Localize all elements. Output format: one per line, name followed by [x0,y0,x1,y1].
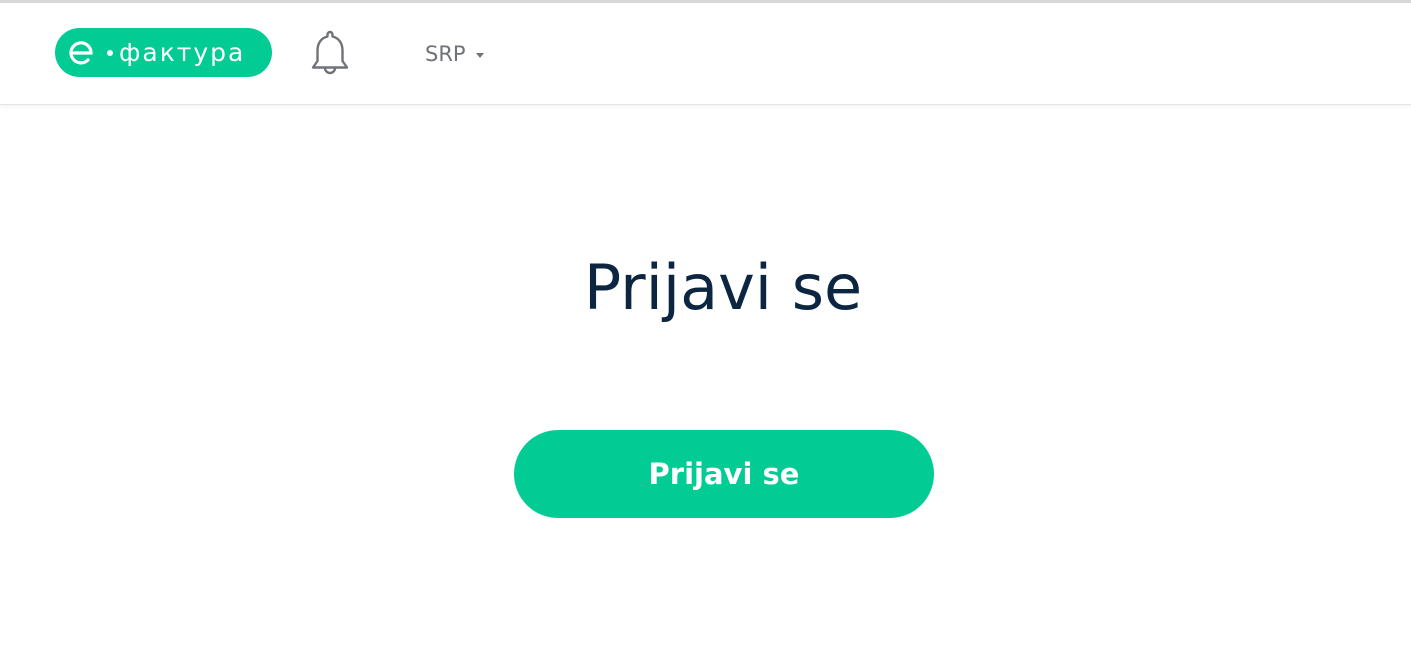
caret-down-icon [475,52,484,58]
bell-icon [311,30,349,75]
e-letter-icon [69,40,93,64]
login-button[interactable]: Prijavi se [514,430,934,518]
notifications-button[interactable] [306,28,354,80]
efaktura-logo[interactable]: фактура [55,28,272,77]
logo-text: фактура [119,38,246,67]
logo-dot [107,49,113,56]
top-header: фактура SRP [0,3,1411,105]
language-selector[interactable]: SRP [425,39,484,69]
language-label: SRP [425,42,466,66]
page-title: Prijavi se [583,251,863,324]
